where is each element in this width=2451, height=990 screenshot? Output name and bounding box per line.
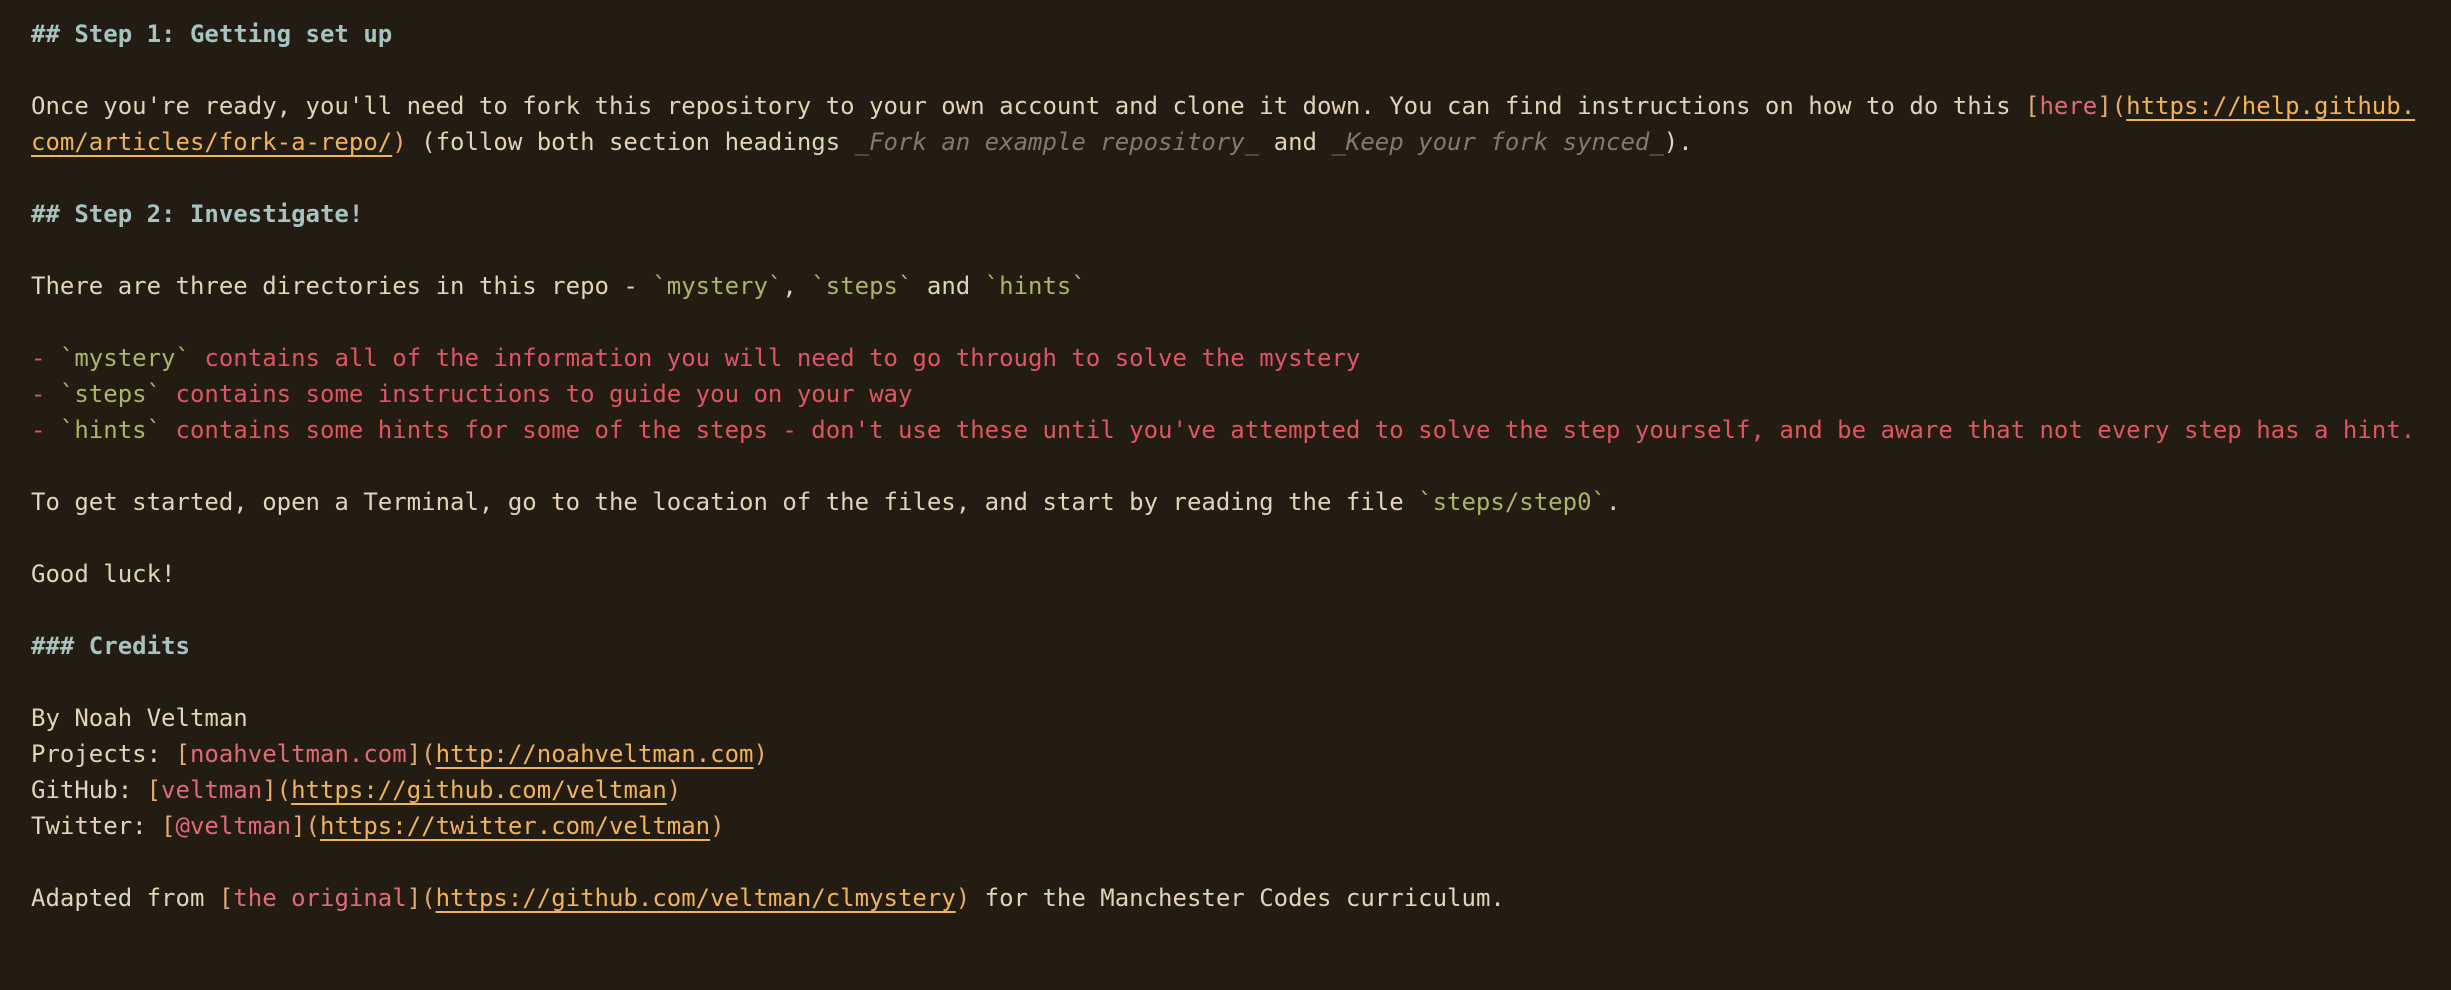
paragraph-fork-line2: com/articles/fork-a-repo/) (follow both … bbox=[31, 124, 2431, 160]
list-dash: - bbox=[31, 380, 60, 408]
separator: , bbox=[782, 272, 812, 300]
paragraph-text2: (follow both section headings bbox=[406, 128, 855, 156]
projects-link-text[interactable]: noahveltman.com bbox=[190, 740, 407, 768]
paragraph-get-started: To get started, open a Terminal, go to t… bbox=[31, 484, 2431, 520]
bracket-close: ]( bbox=[406, 740, 436, 768]
markdown-editor[interactable]: ## Step 1: Getting set up Once you're re… bbox=[31, 16, 2431, 916]
bracket-open: [ bbox=[161, 812, 176, 840]
list-text: contains some instructions to guide you … bbox=[161, 380, 913, 408]
heading-step2: ## Step 2: Investigate! bbox=[31, 200, 364, 228]
projects-link-url[interactable]: http://noahveltman.com bbox=[436, 740, 754, 768]
and-text: and bbox=[1259, 128, 1332, 156]
github-label: GitHub: bbox=[31, 776, 147, 804]
paragraph-text: Once you're ready, you'll need to fork t… bbox=[31, 92, 2025, 120]
list-code: `mystery` bbox=[59, 344, 190, 372]
github-link-text[interactable]: veltman bbox=[161, 776, 262, 804]
code-hints: `hints` bbox=[984, 272, 1086, 300]
github-link-url[interactable]: https://github.com/veltman bbox=[291, 776, 667, 804]
and-text: and bbox=[912, 272, 985, 300]
list-dash: - bbox=[31, 416, 60, 444]
paren-close: ) bbox=[753, 740, 768, 768]
adapted-link-text[interactable]: the original bbox=[233, 884, 406, 912]
intro-text: There are three directories in this repo… bbox=[31, 272, 653, 300]
list-item: - `steps` contains some instructions to … bbox=[31, 376, 2431, 412]
list-item: - `mystery` contains all of the informat… bbox=[31, 340, 2431, 376]
twitter-line: Twitter: [@veltman](https://twitter.com/… bbox=[31, 808, 2431, 844]
link-url-fork-part2[interactable]: com/articles/fork-a-repo/ bbox=[31, 128, 392, 156]
paragraph-end: ). bbox=[1663, 128, 1693, 156]
adapted-link-url[interactable]: https://github.com/veltman/clmystery bbox=[436, 884, 956, 912]
author-line: By Noah Veltman bbox=[31, 704, 248, 732]
bracket-close: ]( bbox=[2097, 92, 2127, 120]
adapted-line: Adapted from [the original](https://gith… bbox=[31, 880, 2431, 916]
list-text: contains some hints for some of the step… bbox=[161, 416, 2416, 444]
adapted-label: Adapted from bbox=[31, 884, 219, 912]
bracket-open: [ bbox=[175, 740, 190, 768]
code-steps: `steps` bbox=[811, 272, 913, 300]
projects-line: Projects: [noahveltman.com](http://noahv… bbox=[31, 736, 2431, 772]
list-code: `steps` bbox=[59, 380, 162, 408]
list-item: - `hints` contains some hints for some o… bbox=[31, 412, 2431, 448]
italic-keep-synced: _Keep your fork synced_ bbox=[1331, 128, 1664, 156]
start-text: To get started, open a Terminal, go to t… bbox=[31, 488, 1419, 516]
start-end: . bbox=[1605, 488, 1621, 516]
twitter-label: Twitter: bbox=[31, 812, 162, 840]
bracket-close: ]( bbox=[406, 884, 436, 912]
paren-close: ) bbox=[955, 884, 971, 912]
github-line: GitHub: [veltman](https://github.com/vel… bbox=[31, 772, 2431, 808]
heading-step1: ## Step 1: Getting set up bbox=[31, 20, 393, 48]
link-text-here[interactable]: here bbox=[2039, 92, 2097, 120]
code-step0: `steps/step0` bbox=[1418, 488, 1606, 516]
twitter-link-text[interactable]: @veltman bbox=[176, 812, 292, 840]
paren-close: ) bbox=[392, 128, 407, 156]
list-dash: - bbox=[31, 344, 60, 372]
paragraph-directories: There are three directories in this repo… bbox=[31, 268, 2431, 304]
good-luck-text: Good luck! bbox=[31, 560, 176, 588]
bracket-close: ]( bbox=[262, 776, 292, 804]
code-mystery: `mystery` bbox=[652, 272, 783, 300]
projects-label: Projects: bbox=[31, 740, 176, 768]
paragraph-fork-line1: Once you're ready, you'll need to fork t… bbox=[31, 88, 2431, 124]
bracket-open: [ bbox=[218, 884, 234, 912]
adapted-end: for the Manchester Codes curriculum. bbox=[970, 884, 1505, 912]
heading-credits: ### Credits bbox=[31, 632, 190, 660]
bracket-open: [ bbox=[146, 776, 162, 804]
link-url-fork-part1[interactable]: https://help.github. bbox=[2126, 92, 2415, 120]
list-code: `hints` bbox=[59, 416, 162, 444]
bracket-close: ]( bbox=[291, 812, 320, 840]
bracket-open: [ bbox=[2025, 92, 2040, 120]
list-text: contains all of the information you will… bbox=[189, 344, 1361, 372]
paren-close: ) bbox=[710, 812, 725, 840]
paren-close: ) bbox=[666, 776, 682, 804]
twitter-link-url[interactable]: https://twitter.com/veltman bbox=[320, 812, 710, 840]
italic-fork-example: _Fork an example repository_ bbox=[854, 128, 1260, 156]
